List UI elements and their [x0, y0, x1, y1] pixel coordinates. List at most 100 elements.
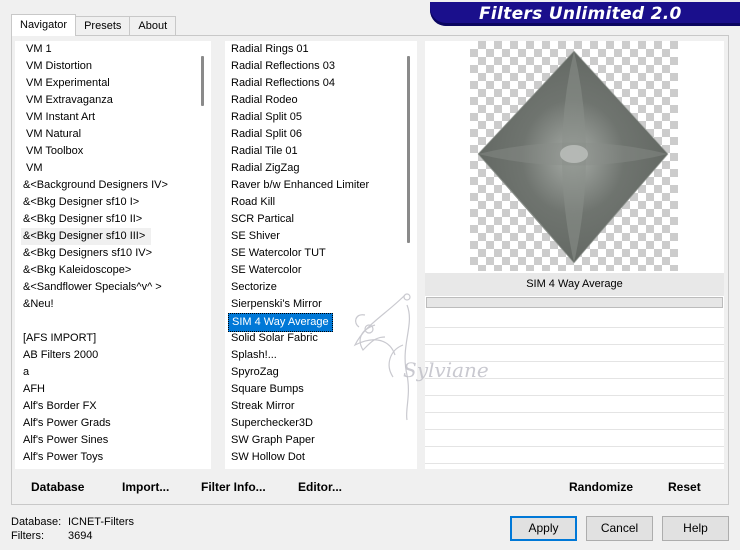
filter-item-label: Radial Reflections 04	[231, 77, 335, 89]
editor-button[interactable]: Editor...	[298, 480, 342, 494]
filter-item[interactable]: Radial Rodeo	[225, 92, 417, 109]
filter-item-label: Radial ZigZag	[231, 162, 300, 174]
category-item-label: Alf's Power Grads	[23, 417, 111, 429]
category-item-label: &<Sandflower Specials^v^ >	[23, 281, 162, 293]
category-item-label: Alf's Border FX	[23, 400, 97, 412]
category-item[interactable]: a	[15, 364, 210, 381]
category-item[interactable]: VM 1	[15, 41, 210, 58]
filter-item-label: Square Bumps	[231, 383, 304, 395]
category-item[interactable]: Alf's Border FX	[15, 398, 210, 415]
category-item[interactable]: VM Instant Art	[15, 109, 210, 126]
filter-item-label: Sectorize	[231, 281, 277, 293]
category-item[interactable]: Alf's Power Sines	[15, 432, 210, 449]
category-item-label: &<Bkg Designer sf10 III>	[21, 228, 152, 245]
category-item-label: VM Experimental	[26, 77, 110, 89]
filter-item-label: Radial Split 05	[231, 111, 302, 123]
filter-item[interactable]: SW Hollow Dot	[225, 449, 417, 466]
filter-item-label: SW Hollow Dot	[231, 451, 305, 463]
tab-about[interactable]: About	[129, 16, 177, 36]
tab-strip: Navigator Presets About	[11, 14, 177, 36]
category-item[interactable]: AB Filters 2000	[15, 347, 210, 364]
filter-item-label: SE Watercolor	[231, 264, 302, 276]
filter-item[interactable]: Radial Tile 01	[225, 143, 417, 160]
cancel-button[interactable]: Cancel	[586, 516, 653, 541]
tab-navigator[interactable]: Navigator	[11, 14, 77, 36]
filter-scroll-thumb[interactable]	[407, 56, 410, 243]
category-item[interactable]: AFH	[15, 381, 210, 398]
filters-count-value: 3694	[68, 530, 93, 542]
category-item[interactable]: VM Distortion	[15, 58, 210, 75]
filter-item[interactable]: Road Kill	[225, 194, 417, 211]
category-item[interactable]: VM Natural	[15, 126, 210, 143]
category-item[interactable]: &Neu!	[15, 296, 210, 313]
category-item[interactable]: VM Extravaganza	[15, 92, 210, 109]
category-item-label: [AFS IMPORT]	[23, 332, 97, 344]
category-item[interactable]: Alf's Power Grads	[15, 415, 210, 432]
import-button[interactable]: Import...	[122, 480, 169, 494]
category-item-label: &<Background Designers IV>	[23, 179, 168, 191]
category-item-label: VM Instant Art	[26, 111, 96, 123]
category-list[interactable]: VM 1 VM Distortion VM Experimental VM Extra…	[15, 41, 210, 469]
reset-button[interactable]: Reset	[668, 480, 701, 494]
filter-item-label: Radial Split 06	[231, 128, 302, 140]
category-item[interactable]: VM Experimental	[15, 75, 210, 92]
category-item[interactable]: &<Bkg Kaleidoscope>	[15, 262, 210, 279]
category-item-label: a	[23, 366, 30, 378]
category-item[interactable]: &<Bkg Designer sf10 III>	[15, 228, 210, 245]
category-item-label: Alf's Power Sines	[23, 434, 109, 446]
filter-item[interactable]: Tempest Helix Mixer	[225, 466, 417, 469]
category-item[interactable]: Alf's Power Toys	[15, 449, 210, 466]
tab-presets[interactable]: Presets	[75, 16, 131, 36]
filter-item[interactable]: Radial Split 06	[225, 126, 417, 143]
filter-item-label: Radial Tile 01	[231, 145, 298, 157]
filter-item-label: Splash!...	[231, 349, 277, 361]
filter-item-label: Radial Rings 01	[231, 43, 309, 55]
category-item[interactable]: VM Toolbox	[15, 143, 210, 160]
parameter-row	[425, 447, 724, 464]
category-item-label: &<Bkg Designers sf10 IV>	[23, 247, 153, 259]
app-title: Filters Unlimited 2.0	[479, 4, 682, 24]
filter-item[interactable]: SE Shiver	[225, 228, 417, 245]
filter-item-label: SpyroZag	[231, 366, 279, 378]
filter-item[interactable]: SCR Partical	[225, 211, 417, 228]
category-item-label: VM	[26, 162, 43, 174]
database-button[interactable]: Database	[31, 480, 84, 494]
category-item[interactable]: &<Bkg Designer sf10 I>	[15, 194, 210, 211]
category-item-label: AB Filters 2000	[23, 349, 99, 361]
randomize-button[interactable]: Randomize	[569, 480, 633, 494]
filter-item[interactable]: Raver b/w Enhanced Limiter	[225, 177, 417, 194]
filter-item[interactable]: Radial Reflections 03	[225, 58, 417, 75]
category-item-label: VM Distortion	[26, 60, 93, 72]
category-item[interactable]	[15, 313, 210, 330]
filter-info-button[interactable]: Filter Info...	[201, 480, 266, 494]
filter-item[interactable]: SE Watercolor	[225, 262, 417, 279]
filter-item[interactable]: Radial ZigZag	[225, 160, 417, 177]
category-item-label: Alf's Power Toys	[23, 451, 104, 463]
filter-item[interactable]: SE Watercolor TUT	[225, 245, 417, 262]
watermark-flourish-icon: Sylviane	[353, 293, 489, 421]
filter-item[interactable]: Radial Reflections 04	[225, 75, 417, 92]
category-item[interactable]: &<Sandflower Specials^v^ >	[15, 279, 210, 296]
category-item-label: VM 1	[26, 43, 52, 55]
filter-item-label: Sierpenski's Mirror	[231, 298, 322, 310]
filter-item[interactable]: Radial Rings 01	[225, 41, 417, 58]
category-item-label: VM Natural	[26, 128, 82, 140]
category-item-label: &<Bkg Designer sf10 II>	[23, 213, 143, 225]
category-item[interactable]: &<Background Designers IV>	[15, 177, 210, 194]
filter-item-label: Radial Rodeo	[231, 94, 298, 106]
category-item-label: AFH	[23, 383, 45, 395]
filter-item-label: Road Kill	[231, 196, 276, 208]
category-item[interactable]: &<Bkg Designers sf10 IV>	[15, 245, 210, 262]
category-item[interactable]: &<Bkg Designer sf10 II>	[15, 211, 210, 228]
preview-image	[470, 41, 678, 271]
category-scrollbar[interactable]	[197, 41, 211, 469]
help-button[interactable]: Help	[662, 516, 729, 541]
filter-item[interactable]: SW Graph Paper	[225, 432, 417, 449]
category-item-label: VM Toolbox	[26, 145, 84, 157]
filter-item[interactable]: Radial Split 05	[225, 109, 417, 126]
category-scroll-thumb[interactable]	[201, 56, 204, 106]
apply-button[interactable]: Apply	[510, 516, 577, 541]
category-item[interactable]: VM	[15, 160, 210, 177]
parameter-row	[425, 430, 724, 447]
category-item[interactable]: [AFS IMPORT]	[15, 330, 210, 347]
